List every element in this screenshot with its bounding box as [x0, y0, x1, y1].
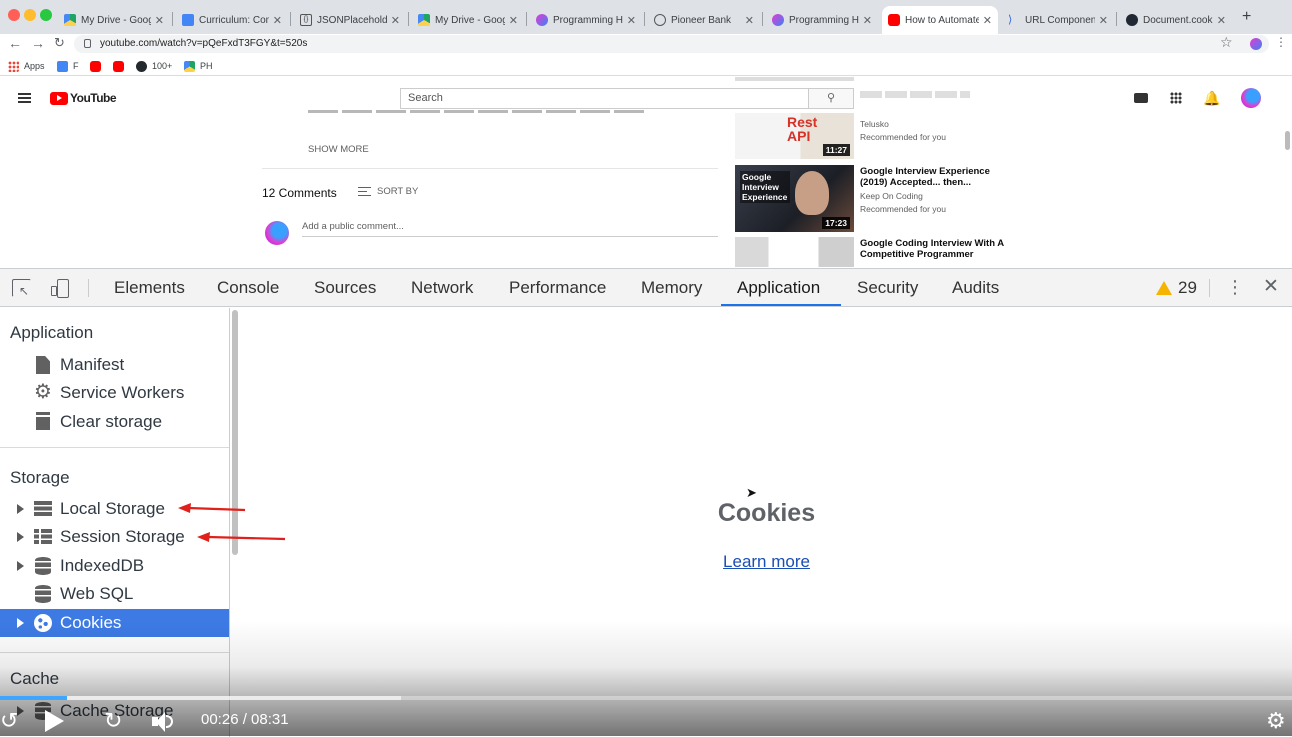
video-played-bar [0, 696, 68, 700]
video-settings-gear-icon[interactable]: ⚙ [1266, 708, 1286, 734]
annotation-arrow-local-storage [178, 503, 246, 513]
volume-icon[interactable] [152, 711, 176, 733]
play-button[interactable] [45, 710, 64, 732]
annotation-layer [178, 503, 286, 542]
annotation-arrow-session-storage [197, 532, 286, 542]
video-progress-bar[interactable] [0, 696, 1292, 700]
rewind-icon[interactable]: ↺ [0, 708, 18, 734]
forward-skip-icon[interactable]: ↻ [104, 708, 122, 734]
video-time-readout: 00:26 / 08:31 [201, 711, 289, 728]
